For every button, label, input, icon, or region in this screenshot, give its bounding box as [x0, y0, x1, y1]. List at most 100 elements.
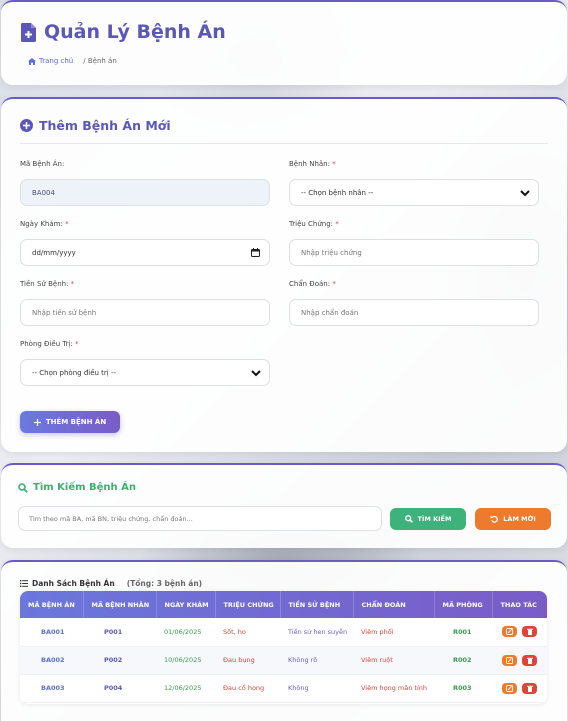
- required-mark: *: [75, 340, 79, 348]
- required-mark: *: [335, 220, 339, 228]
- record-count: (Tổng: 3 bệnh án): [126, 579, 203, 588]
- breadcrumb: Trang chủ / Bệnh án: [28, 57, 117, 65]
- delete-button[interactable]: [522, 654, 537, 666]
- search-title: Tìm Kiếm Bệnh Án: [18, 482, 136, 493]
- edit-icon: [506, 628, 513, 636]
- column-header[interactable]: MÃ PHÒNG: [434, 591, 493, 618]
- column-header: THAO TÁC: [500, 600, 537, 609]
- add-record-button[interactable]: THÊM BỆNH ÁN: [20, 411, 120, 433]
- symptoms-input[interactable]: Nhập triệu chứng: [289, 239, 539, 266]
- column-header[interactable]: NGÀY KHÁM: [156, 591, 216, 618]
- trash-icon: [526, 629, 533, 636]
- required-mark: *: [65, 220, 69, 228]
- patient-label-text: Bệnh Nhân:: [289, 160, 330, 168]
- diagnosis-label-text: Chẩn Đoán:: [289, 280, 331, 288]
- history-cell: Tiền sử hen suyễn: [288, 627, 348, 636]
- page-header: Quản Lý Bệnh Án Trang chủ / Bệnh án: [1, 0, 567, 85]
- diagnosis-cell: Viêm ruột: [361, 656, 393, 664]
- table-row[interactable]: BA003 P004 12/06/2025 Đau cổ họng Không …: [20, 674, 547, 702]
- patient-select[interactable]: -- Chọn bệnh nhân --: [289, 179, 539, 206]
- record-id-cell: BA003: [41, 684, 65, 692]
- history-label-text: Tiền Sử Bệnh:: [20, 280, 69, 288]
- reset-button[interactable]: LÀM MỚI: [475, 508, 551, 530]
- diagnosis-input[interactable]: Nhập chẩn đoán: [289, 299, 539, 326]
- history-cell: Không: [288, 684, 309, 692]
- actions-cell: [492, 674, 547, 702]
- add-record-title-text: Thêm Bệnh Án Mới: [39, 118, 171, 133]
- chevron-down-icon: [251, 370, 261, 377]
- history-placeholder: Nhập tiền sử bệnh: [32, 308, 97, 317]
- room-cell: R002: [453, 656, 472, 664]
- exam-date-cell: 01/06/2025: [164, 627, 202, 636]
- edit-button[interactable]: [502, 654, 517, 666]
- calendar-icon[interactable]: [251, 248, 260, 257]
- edit-icon: [506, 656, 513, 664]
- search-button-label: TÌM KIẾM: [417, 515, 452, 523]
- column-header[interactable]: TRIỆU CHỨNG: [215, 591, 281, 618]
- edit-icon: [506, 684, 513, 692]
- page-title-text: Quản Lý Bệnh Án: [44, 21, 226, 43]
- home-icon: [28, 57, 36, 65]
- exam-date-label-text: Ngày Khám:: [20, 220, 63, 228]
- history-label: Tiền Sử Bệnh: *: [20, 280, 74, 288]
- room-select[interactable]: -- Chọn phòng điều trị --: [20, 359, 270, 386]
- plus-icon: [33, 418, 41, 426]
- breadcrumb-home[interactable]: Trang chủ: [28, 57, 73, 65]
- required-mark: *: [70, 280, 75, 288]
- symptoms-cell: Đau bụng: [223, 656, 255, 664]
- trash-icon: [526, 685, 533, 692]
- column-header[interactable]: MÃ BỆNH ÁN: [20, 591, 84, 618]
- actions-cell: [492, 618, 547, 646]
- edit-button[interactable]: [502, 682, 517, 694]
- patient-label: Bệnh Nhân: *: [289, 160, 336, 168]
- record-id-field[interactable]: BA004: [20, 179, 270, 206]
- symptoms-placeholder: Nhập triệu chứng: [301, 248, 362, 257]
- exam-date-placeholder: dd/mm/yyyy: [32, 248, 76, 257]
- record-id-label: Mã Bệnh Án:: [20, 160, 64, 168]
- exam-date-cell: 10/06/2025: [164, 656, 202, 664]
- room-select-value: -- Chọn phòng điều trị --: [32, 368, 117, 377]
- plus-circle-icon: [20, 119, 33, 132]
- trash-icon: [526, 657, 533, 664]
- search-title-text: Tìm Kiếm Bệnh Án: [33, 482, 136, 493]
- column-header[interactable]: TIỀN SỬ BỆNH: [280, 591, 354, 618]
- required-mark: *: [332, 280, 336, 288]
- search-input[interactable]: Tìm theo mã BA, mã BN, triệu chứng, chẩn…: [18, 506, 382, 531]
- search-icon: [404, 515, 413, 523]
- edit-button[interactable]: [502, 626, 517, 638]
- column-header[interactable]: MÃ BỆNH NHÂN: [83, 591, 157, 618]
- page-title: Quản Lý Bệnh Án: [21, 21, 226, 43]
- record-list-title-text: Danh Sách Bệnh Án: [32, 579, 115, 588]
- room-cell: R003: [453, 684, 472, 692]
- breadcrumb-current: / Bệnh án: [83, 57, 117, 65]
- add-record-button-label: THÊM BỆNH ÁN: [45, 418, 107, 426]
- record-list-title: Danh Sách Bệnh Án (Tổng: 3 bệnh án): [20, 579, 202, 588]
- table-row[interactable]: BA002 P002 10/06/2025 Đau bụng Không rõ …: [20, 646, 547, 674]
- list-icon: [20, 580, 28, 587]
- history-input[interactable]: Nhập tiền sử bệnh: [20, 299, 270, 326]
- search-icon: [18, 482, 28, 493]
- records-table: MÃ BỆNH ÁN MÃ BỆNH NHÂN NGÀY KHÁM TRIỆU …: [20, 591, 547, 704]
- record-id-value: BA004: [32, 188, 55, 197]
- exam-date-input[interactable]: dd/mm/yyyy: [20, 239, 270, 266]
- delete-button[interactable]: [522, 682, 537, 694]
- search-button[interactable]: TÌM KIẾM: [390, 508, 466, 530]
- undo-icon: [490, 515, 499, 523]
- table-row[interactable]: BA001 P001 01/06/2025 Sốt, ho Tiền sử he…: [20, 618, 547, 646]
- diagnosis-label: Chẩn Đoán: *: [289, 280, 336, 288]
- column-header[interactable]: CHẨN ĐOÁN: [353, 591, 435, 618]
- symptoms-cell: Sốt, ho: [223, 627, 246, 636]
- reset-button-label: LÀM MỚI: [503, 515, 536, 523]
- symptoms-label-text: Triệu Chứng:: [289, 220, 334, 228]
- exam-date-label: Ngày Khám: *: [20, 220, 69, 228]
- breadcrumb-home-label: Trang chủ: [39, 57, 74, 65]
- room-cell: R001: [453, 627, 472, 636]
- table-header-row: MÃ BỆNH ÁN MÃ BỆNH NHÂN NGÀY KHÁM TRIỆU …: [20, 591, 547, 618]
- symptoms-label: Triệu Chứng: *: [289, 220, 339, 228]
- diagnosis-cell: Viêm phổi: [361, 627, 394, 636]
- history-cell: Không rõ: [288, 656, 318, 664]
- symptoms-cell: Đau cổ họng: [223, 684, 265, 692]
- delete-button[interactable]: [522, 626, 537, 638]
- add-record-card: [1, 97, 567, 452]
- form-divider: [20, 143, 548, 144]
